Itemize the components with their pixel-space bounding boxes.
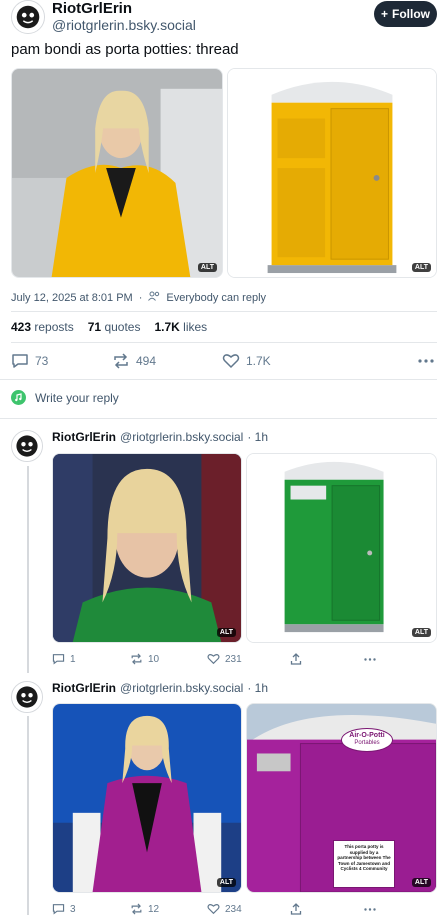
- notice-text: This porta potty is supplied by a partne…: [337, 844, 391, 871]
- divider: [0, 418, 437, 419]
- write-reply-bar[interactable]: Write your reply: [11, 390, 119, 405]
- quotes-stat[interactable]: 71 quotes: [88, 320, 141, 334]
- share-button[interactable]: [290, 653, 302, 665]
- repost-button[interactable]: 494: [112, 353, 156, 369]
- post-image-woman-yellow-coat[interactable]: ALT: [11, 68, 223, 278]
- reply-author-name[interactable]: RiotGrlErin: [52, 430, 116, 444]
- ellipsis-icon: [364, 658, 376, 661]
- like-button[interactable]: 231: [207, 653, 242, 665]
- divider: [0, 379, 437, 380]
- follow-label: Follow: [392, 7, 430, 21]
- post-meta: July 12, 2025 at 8:01 PM · Everybody can…: [11, 291, 266, 304]
- alt-badge[interactable]: ALT: [411, 263, 431, 272]
- alt-badge[interactable]: ALT: [411, 878, 431, 887]
- reposts-stat[interactable]: 423 reposts: [11, 320, 74, 334]
- share-button[interactable]: [290, 903, 302, 915]
- reply-count: 3: [70, 903, 76, 915]
- reply-age[interactable]: · 1h: [247, 430, 268, 444]
- reply-author-avatar[interactable]: [11, 681, 43, 713]
- like-button[interactable]: 1.7K: [222, 353, 271, 369]
- brand-sub: Portables: [354, 740, 380, 746]
- repost-count: 494: [136, 354, 157, 368]
- author-name[interactable]: RiotGrlErin: [52, 0, 132, 17]
- reply-button[interactable]: 3: [52, 903, 76, 915]
- reply-author-avatar[interactable]: [11, 430, 43, 462]
- author-handle[interactable]: @riotgrlerin.bsky.social: [52, 17, 196, 33]
- thread-line: [27, 716, 29, 915]
- notice-sign: This porta potty is supplied by a partne…: [333, 840, 395, 888]
- like-count: 234: [225, 903, 242, 915]
- divider: [11, 342, 437, 343]
- plus-icon: +: [380, 7, 388, 21]
- alt-badge[interactable]: ALT: [216, 878, 236, 887]
- ellipsis-icon: [418, 359, 434, 363]
- share-icon: [290, 653, 302, 665]
- post-timestamp[interactable]: July 12, 2025 at 8:01 PM: [11, 292, 133, 304]
- like-button[interactable]: 234: [207, 903, 242, 915]
- reply-image-woman-magenta-suit[interactable]: ALT: [52, 703, 242, 893]
- user-avatar-icon: [11, 390, 26, 405]
- alt-badge[interactable]: ALT: [197, 263, 217, 272]
- reply-count: 1: [70, 653, 76, 665]
- reply-scope: Everybody can reply: [166, 291, 267, 304]
- share-icon: [290, 903, 302, 915]
- reply-author-name[interactable]: RiotGrlErin: [52, 681, 116, 695]
- brand-name: Air-O-Potti: [349, 732, 385, 739]
- reply-image-purple-porta-potty[interactable]: Air-O-Potti Portables This porta potty i…: [246, 703, 437, 893]
- like-count: 1.7K: [246, 354, 271, 368]
- people-icon: [148, 291, 160, 304]
- repost-count: 10: [148, 653, 160, 665]
- repost-count: 12: [148, 903, 160, 915]
- post-text: pam bondi as porta potties: thread: [11, 41, 239, 58]
- reply-button[interactable]: 1: [52, 653, 76, 665]
- heart-icon: [207, 904, 220, 915]
- follow-button[interactable]: + Follow: [374, 1, 437, 27]
- reply-count: 73: [35, 354, 49, 368]
- author-avatar[interactable]: [11, 0, 45, 34]
- repost-button[interactable]: 10: [130, 653, 159, 665]
- repost-icon: [114, 353, 128, 369]
- alt-badge[interactable]: ALT: [411, 628, 431, 637]
- repost-icon: [131, 903, 142, 915]
- reply-image-green-porta-potty[interactable]: ALT: [246, 453, 437, 643]
- reply-button[interactable]: 73: [11, 353, 48, 369]
- more-options-button[interactable]: [364, 908, 376, 911]
- heart-icon: [207, 654, 220, 665]
- reply-header: RiotGrlErin @riotgrlerin.bsky.social · 1…: [52, 681, 268, 695]
- reply-icon: [12, 354, 28, 368]
- thread-line: [27, 466, 29, 673]
- separator: ·: [138, 291, 143, 304]
- brand-sign: Air-O-Potti Portables: [341, 728, 393, 752]
- reply-header: RiotGrlErin @riotgrlerin.bsky.social · 1…: [52, 430, 268, 444]
- post-image-yellow-porta-potty[interactable]: ALT: [227, 68, 437, 278]
- repost-button[interactable]: 12: [130, 903, 159, 915]
- alt-badge[interactable]: ALT: [216, 628, 236, 637]
- repost-icon: [131, 653, 142, 665]
- more-options-button[interactable]: [364, 658, 376, 661]
- reply-image-woman-green-jacket[interactable]: ALT: [52, 453, 242, 643]
- reply-author-handle[interactable]: @riotgrlerin.bsky.social: [120, 681, 243, 695]
- reply-icon: [52, 654, 65, 665]
- reply-author-handle[interactable]: @riotgrlerin.bsky.social: [120, 430, 243, 444]
- more-options-button[interactable]: [418, 359, 434, 363]
- reply-icon: [52, 904, 65, 915]
- like-count: 231: [225, 653, 242, 665]
- reply-age[interactable]: · 1h: [247, 681, 268, 695]
- ellipsis-icon: [364, 908, 376, 911]
- likes-stat[interactable]: 1.7K likes: [154, 320, 207, 334]
- divider: [11, 311, 437, 312]
- post-stats: 423 reposts 71 quotes 1.7K likes: [11, 320, 207, 334]
- heart-icon: [222, 354, 240, 369]
- reply-placeholder: Write your reply: [35, 390, 119, 405]
